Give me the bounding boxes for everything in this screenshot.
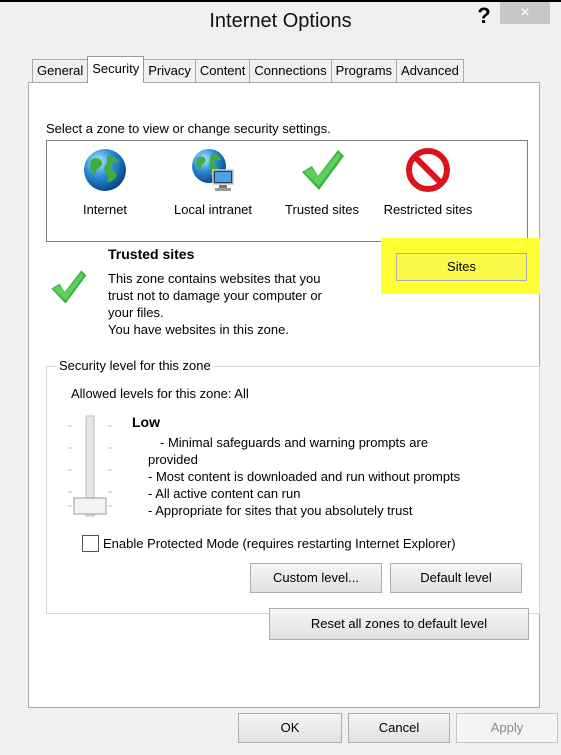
tab-strip: General Security Privacy Content Connect… bbox=[32, 56, 464, 83]
security-level-name: Low bbox=[132, 414, 160, 430]
reset-all-zones-button[interactable]: Reset all zones to default level bbox=[269, 608, 529, 640]
zone-label: Restricted sites bbox=[383, 202, 473, 217]
level-desc-line: - Minimal safeguards and warning prompts… bbox=[160, 435, 429, 450]
tab-general[interactable]: General bbox=[32, 59, 89, 82]
zone-desc-line: trust not to damage your computer or bbox=[108, 288, 322, 303]
ok-button[interactable]: OK bbox=[238, 713, 342, 743]
level-desc-line: provided bbox=[148, 452, 198, 467]
zone-desc-line: your files. bbox=[108, 305, 164, 320]
zone-label: Local intranet bbox=[173, 202, 253, 217]
default-level-button[interactable]: Default level bbox=[390, 563, 522, 593]
protected-mode-checkbox[interactable] bbox=[82, 535, 99, 552]
selected-zone-description: This zone contains websites that you tru… bbox=[108, 270, 322, 338]
tab-connections[interactable]: Connections bbox=[249, 59, 332, 82]
level-desc-line: - Appropriate for sites that you absolut… bbox=[148, 503, 413, 518]
tab-content[interactable]: Content bbox=[194, 59, 251, 82]
zone-desc-line: This zone contains websites that you bbox=[108, 271, 321, 286]
zone-internet[interactable]: Internet bbox=[71, 146, 139, 217]
tab-privacy[interactable]: Privacy bbox=[143, 59, 196, 82]
level-desc-line: - Most content is downloaded and run wit… bbox=[148, 469, 461, 484]
security-level-description: - Minimal safeguards and warning prompts… bbox=[148, 434, 528, 519]
help-button[interactable]: ? bbox=[472, 2, 496, 32]
tab-security[interactable]: Security bbox=[87, 56, 145, 83]
cancel-button[interactable]: Cancel bbox=[348, 713, 450, 743]
custom-level-button[interactable]: Custom level... bbox=[250, 563, 382, 593]
globe-icon bbox=[81, 146, 129, 194]
close-button[interactable]: × bbox=[500, 2, 550, 24]
title-bar: Internet Options ? × bbox=[0, 2, 561, 40]
tab-advanced[interactable]: Advanced bbox=[396, 59, 464, 82]
protected-mode-label: Enable Protected Mode (requires restarti… bbox=[103, 536, 456, 551]
zone-label: Trusted sites bbox=[285, 202, 359, 217]
selected-zone-name: Trusted sites bbox=[108, 246, 195, 262]
apply-button[interactable]: Apply bbox=[456, 713, 558, 743]
globe-computer-icon bbox=[189, 146, 237, 194]
security-level-group-label: Security level for this zone bbox=[56, 358, 214, 373]
selected-zone-checkmark-icon bbox=[48, 267, 88, 310]
allowed-levels-label: Allowed levels for this zone: All bbox=[71, 386, 249, 401]
security-level-slider[interactable] bbox=[64, 414, 116, 518]
level-desc-line: - All active content can run bbox=[148, 486, 301, 501]
zone-restricted-sites[interactable]: Restricted sites bbox=[373, 146, 483, 217]
slider-thumb bbox=[73, 497, 107, 515]
zone-list: Internet Local intranet Trusted sites Re… bbox=[46, 140, 528, 242]
zone-label: Internet bbox=[82, 202, 128, 217]
zone-trusted-sites[interactable]: Trusted sites bbox=[276, 146, 368, 217]
red-no-entry-icon bbox=[404, 146, 452, 194]
zone-instruction: Select a zone to view or change security… bbox=[46, 121, 331, 136]
tab-programs[interactable]: Programs bbox=[330, 59, 398, 82]
green-checkmark-icon bbox=[298, 146, 346, 194]
sites-button[interactable]: Sites bbox=[396, 253, 527, 281]
zone-local-intranet[interactable]: Local intranet bbox=[163, 146, 263, 217]
zone-desc-line: You have websites in this zone. bbox=[108, 322, 289, 337]
